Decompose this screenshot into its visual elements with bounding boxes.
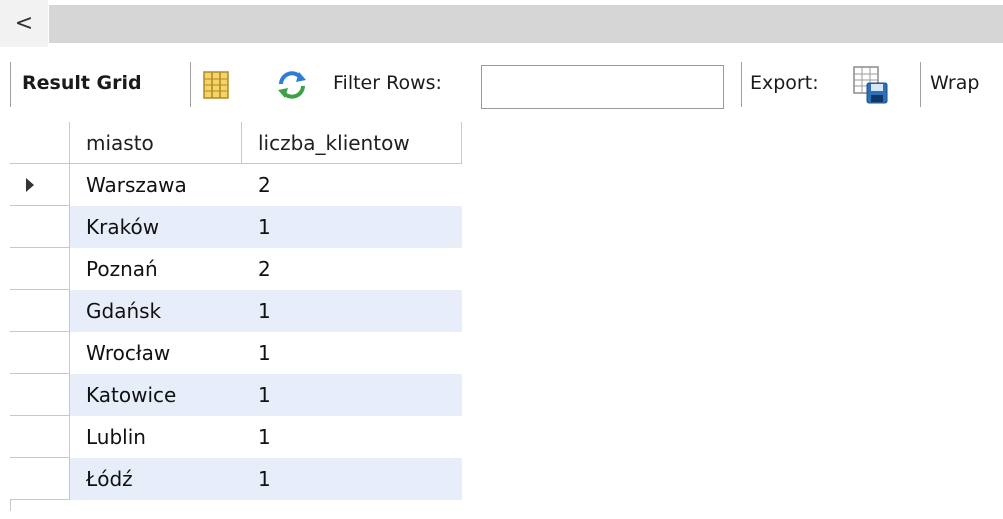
row-indicator[interactable] (10, 416, 70, 458)
cell-liczba-klientow[interactable]: 1 (242, 290, 462, 332)
toolbar-divider (10, 62, 11, 107)
toolbar-divider (190, 62, 191, 107)
filter-rows-input[interactable] (481, 65, 724, 109)
horizontal-scrollbar[interactable]: < (0, 0, 1003, 47)
scroll-left-button[interactable]: < (0, 0, 48, 47)
cell-liczba-klientow[interactable]: 1 (242, 416, 462, 458)
row-indicator[interactable] (10, 374, 70, 416)
cell-miasto[interactable]: Łódź (70, 458, 242, 500)
export-icon[interactable] (850, 63, 892, 107)
cell-liczba-klientow[interactable]: 1 (242, 332, 462, 374)
cell-miasto[interactable]: Kraków (70, 206, 242, 248)
cell-liczba-klientow[interactable]: 1 (242, 374, 462, 416)
toolbar-divider (741, 62, 742, 107)
wrap-cell-content-label[interactable]: Wrap (930, 72, 979, 94)
result-toolbar: Result Grid Filter Rows: Export: Wrap (0, 47, 1003, 118)
form-view-icon[interactable] (198, 67, 234, 103)
scrollbar-track[interactable] (49, 5, 1003, 43)
toolbar-divider (920, 62, 921, 107)
refresh-icon[interactable] (272, 65, 312, 105)
row-indicator[interactable] (10, 248, 70, 290)
cell-liczba-klientow[interactable]: 1 (242, 206, 462, 248)
row-indicator[interactable] (10, 458, 70, 500)
cell-liczba-klientow[interactable]: 2 (242, 164, 462, 206)
column-header-liczba-klientow[interactable]: liczba_klientow (242, 122, 462, 164)
cell-liczba-klientow[interactable]: 2 (242, 248, 462, 290)
column-header-miasto[interactable]: miasto (70, 122, 242, 164)
cell-miasto[interactable]: Poznań (70, 248, 242, 290)
cell-liczba-klientow[interactable]: 1 (242, 458, 462, 500)
cell-miasto[interactable]: Katowice (70, 374, 242, 416)
current-row-arrow-icon (26, 178, 34, 192)
cell-miasto[interactable]: Lublin (70, 416, 242, 458)
row-indicator[interactable] (10, 206, 70, 248)
result-grid-tab[interactable]: Result Grid (22, 72, 142, 94)
chevron-left-icon: < (14, 11, 34, 36)
row-indicator[interactable] (10, 290, 70, 332)
cell-miasto[interactable]: Warszawa (70, 164, 242, 206)
cell-miasto[interactable]: Wrocław (70, 332, 242, 374)
export-label: Export: (750, 72, 819, 94)
cell-miasto[interactable]: Gdańsk (70, 290, 242, 332)
row-indicator[interactable] (10, 164, 70, 206)
row-indicator[interactable] (10, 332, 70, 374)
filter-rows-label: Filter Rows: (333, 72, 442, 94)
row-indicator-header (10, 122, 70, 164)
